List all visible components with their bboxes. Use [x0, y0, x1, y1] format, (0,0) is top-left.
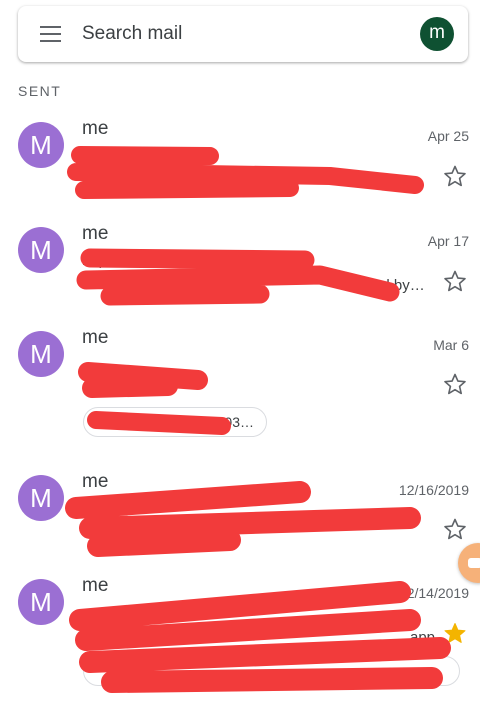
star-outline-icon[interactable]	[443, 269, 467, 293]
email-snippet: …ed by…	[358, 277, 425, 294]
sender-avatar[interactable]: M	[18, 475, 64, 521]
section-label: SENT	[18, 83, 62, 99]
email-row[interactable]: M me 12/14/2019 …app…	[0, 575, 480, 689]
email-date: 12/16/2019	[398, 482, 469, 498]
sender-avatar[interactable]: M	[18, 331, 64, 377]
email-date: 12/14/2019	[398, 585, 469, 601]
attachment-chip[interactable]	[83, 656, 460, 686]
search-bar[interactable]: Search mail m	[18, 6, 468, 62]
sender-avatar[interactable]: M	[18, 122, 64, 168]
compose-icon	[468, 558, 480, 568]
email-subject: https://…subscribe…	[82, 252, 222, 269]
attachment-name: …03…	[210, 414, 254, 430]
email-row[interactable]: M me Apr 17 https://…subscribe… …ed by…	[0, 223, 480, 307]
attachment-chip[interactable]: …03…	[83, 407, 267, 437]
email-snippet: …app…	[395, 629, 451, 646]
account-avatar[interactable]: m	[420, 17, 454, 51]
star-outline-icon[interactable]	[443, 164, 467, 188]
sender-name: me	[82, 223, 109, 244]
star-outline-icon[interactable]	[443, 517, 467, 541]
sender-name: me	[82, 471, 109, 492]
star-outline-icon[interactable]	[443, 372, 467, 396]
search-placeholder[interactable]: Search mail	[82, 23, 182, 45]
hamburger-menu-icon[interactable]	[40, 25, 62, 43]
sender-name: me	[82, 327, 109, 348]
sender-avatar[interactable]: M	[18, 579, 64, 625]
email-row[interactable]: M me Mar 6 …03…	[0, 327, 480, 441]
email-row[interactable]: M me Apr 25 …	[0, 118, 480, 202]
sender-name: me	[82, 118, 109, 139]
email-row[interactable]: M me 12/16/2019	[0, 471, 480, 555]
email-snippet: …	[405, 172, 420, 189]
email-date: Apr 17	[427, 233, 469, 249]
star-filled-icon[interactable]	[443, 621, 467, 645]
email-date: Mar 6	[433, 337, 469, 353]
sender-name: me	[82, 575, 109, 596]
email-date: Apr 25	[427, 128, 469, 144]
sender-avatar[interactable]: M	[18, 227, 64, 273]
